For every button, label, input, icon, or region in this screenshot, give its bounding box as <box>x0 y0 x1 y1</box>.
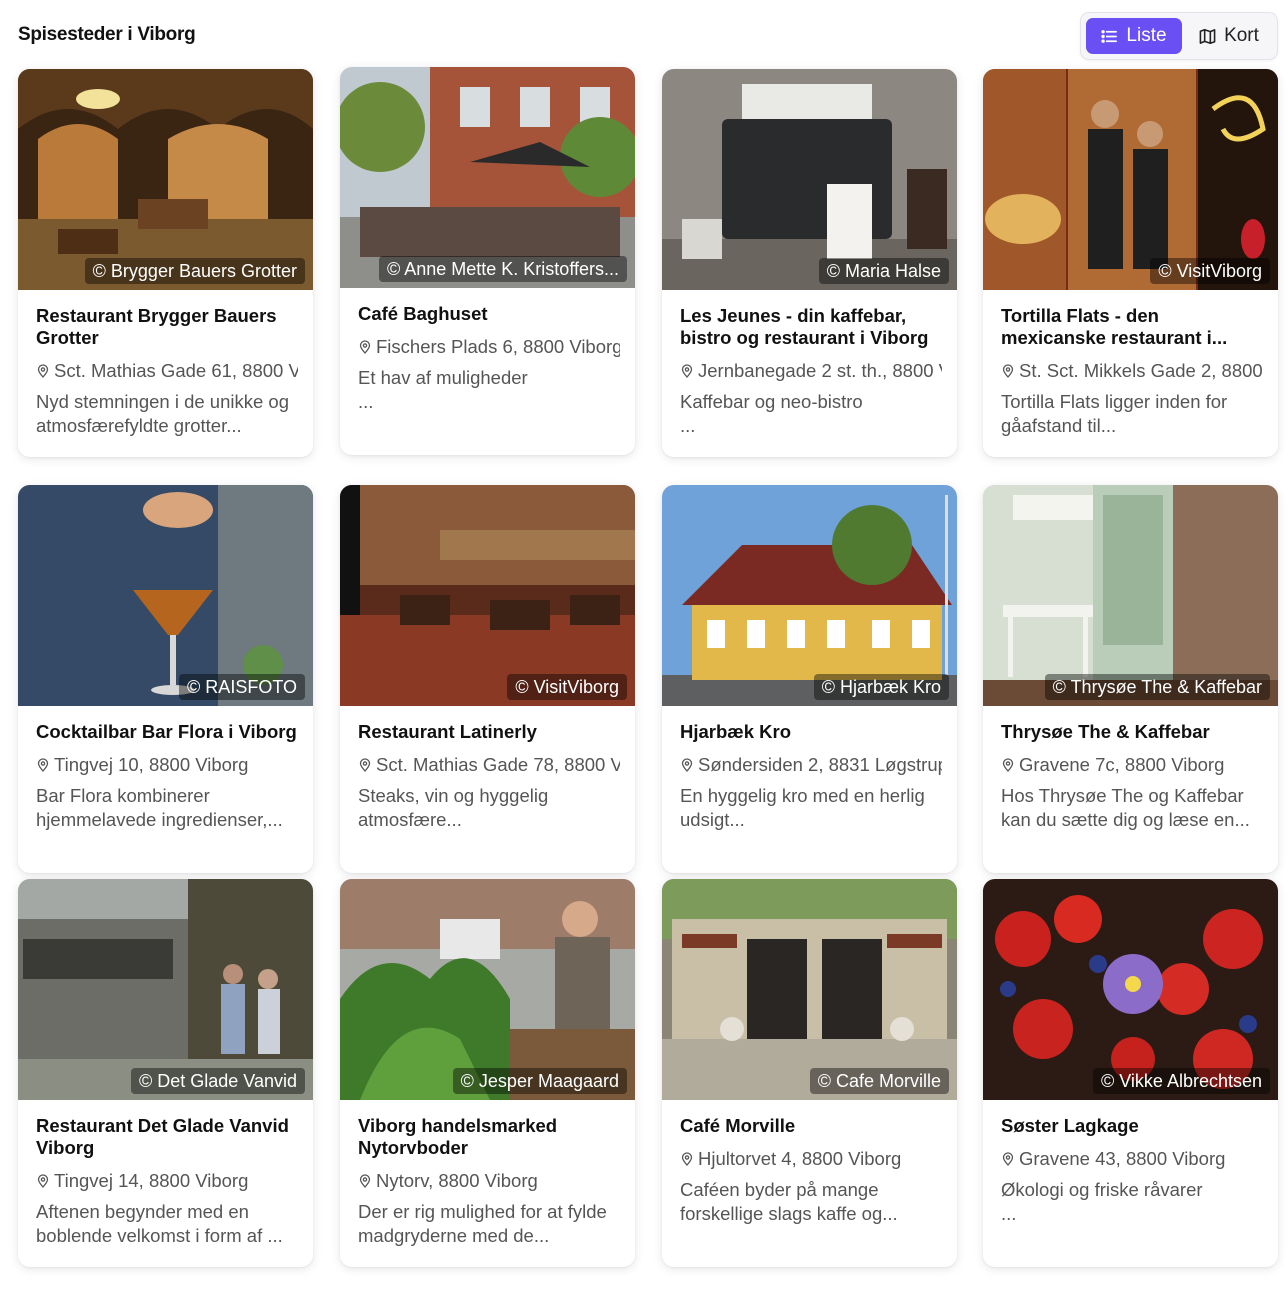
photo-credit: © Cafe Morville <box>809 1068 949 1094</box>
location-pin-icon <box>1002 364 1014 378</box>
restaurant-card[interactable]: © Brygger Bauers Grotter Restaurant Bryg… <box>18 69 313 457</box>
restaurant-address: Tingvej 14, 8800 Viborg <box>36 1169 298 1193</box>
restaurant-address: Fischers Plads 6, 8800 Viborg <box>358 335 620 359</box>
restaurant-card[interactable]: © Vikke Albrechtsen Søster Lagkage Grave… <box>983 879 1278 1267</box>
photo-credit: © Jesper Maagaard <box>452 1068 627 1094</box>
restaurant-card[interactable]: © Cafe Morville Café Morville Hjultorvet… <box>662 879 957 1267</box>
restaurant-description: Tortilla Flats ligger inden for gåafstan… <box>1001 391 1228 436</box>
restaurant-photo: © Anne Mette K. Kristoffers... <box>340 67 635 288</box>
restaurant-card[interactable]: © Det Glade Vanvid Restaurant Det Glade … <box>18 879 313 1267</box>
restaurant-name: Søster Lagkage <box>1001 1115 1139 1136</box>
restaurant-photo: © Cafe Morville <box>662 879 957 1100</box>
restaurant-photo: © Thrysøe The & Kaffebar <box>983 485 1278 706</box>
restaurant-name: Café Morville <box>680 1115 796 1136</box>
photo-credit: © RAISFOTO <box>179 674 305 700</box>
photo-credit: © Brygger Bauers Grotter <box>84 258 305 284</box>
location-pin-icon <box>1002 1152 1014 1166</box>
restaurant-name: Restaurant Latinerly <box>358 721 537 742</box>
photo-credit: © Maria Halse <box>818 258 949 284</box>
restaurant-grid: © Brygger Bauers Grotter Restaurant Bryg… <box>0 0 1288 1292</box>
location-pin-icon <box>359 758 371 772</box>
restaurant-photo: © VisitViborg <box>983 69 1278 290</box>
restaurant-description: Nyd stemningen i de unikke og atmosfæref… <box>36 391 289 436</box>
location-pin-icon <box>37 364 49 378</box>
photo-credit: © Det Glade Vanvid <box>130 1068 305 1094</box>
photo-credit: © Vikke Albrechtsen <box>1092 1068 1270 1094</box>
restaurant-address: Gravene 7c, 8800 Viborg <box>1001 753 1263 777</box>
photo-credit: © VisitViborg <box>507 674 627 700</box>
restaurant-address: Gravene 43, 8800 Viborg <box>1001 1147 1263 1171</box>
restaurant-address: Sct. Mathias Gade 61, 8800 Viborg <box>36 359 298 383</box>
restaurant-description: Steaks, vin og hyggelig atmosfære... <box>358 785 549 830</box>
restaurant-address: Nytorv, 8800 Viborg <box>358 1169 620 1193</box>
restaurant-card[interactable]: © RAISFOTO Cocktailbar Bar Flora i Vibor… <box>18 485 313 873</box>
restaurant-card[interactable]: © Thrysøe The & Kaffebar Thrysøe The & K… <box>983 485 1278 873</box>
restaurant-card[interactable]: © VisitViborg Restaurant Latinerly Sct. … <box>340 485 635 873</box>
location-pin-icon <box>681 364 693 378</box>
location-pin-icon <box>681 1152 693 1166</box>
restaurant-card[interactable]: © Anne Mette K. Kristoffers... Café Bagh… <box>340 67 635 455</box>
restaurant-description: Økologi og friske råvarer ... <box>1001 1179 1203 1224</box>
restaurant-card[interactable]: © Jesper Maagaard Viborg handelsmarked N… <box>340 879 635 1267</box>
restaurant-address: Søndersiden 2, 8831 Løgstrup <box>680 753 942 777</box>
restaurant-photo: © Hjarbæk Kro <box>662 485 957 706</box>
restaurant-name: Restaurant Brygger Bauers Grotter <box>36 305 277 348</box>
location-pin-icon <box>681 758 693 772</box>
restaurant-description: Caféen byder på mange forskellige slags … <box>680 1179 898 1224</box>
restaurant-description: Kaffebar og neo-bistro ... <box>680 391 863 436</box>
restaurant-name: Café Baghuset <box>358 303 488 324</box>
restaurant-name: Cocktailbar Bar Flora i Viborg <box>36 721 297 742</box>
restaurant-name: Hjarbæk Kro <box>680 721 792 742</box>
restaurant-description: Hos Thrysøe The og Kaffebar kan du sætte… <box>1001 785 1250 830</box>
restaurant-description: Aftenen begynder med en boblende velkoms… <box>36 1201 283 1246</box>
restaurant-description: En hyggelig kro med en herlig udsigt... <box>680 785 925 830</box>
restaurant-photo: © Det Glade Vanvid <box>18 879 313 1100</box>
photo-credit: © VisitViborg <box>1150 258 1270 284</box>
restaurant-name: Thrysøe The & Kaffebar <box>1001 721 1210 742</box>
photo-credit: © Thrysøe The & Kaffebar <box>1044 674 1270 700</box>
restaurant-description: Et hav af muligheder ... <box>358 367 528 412</box>
location-pin-icon <box>359 1174 371 1188</box>
restaurant-name: Tortilla Flats - den mexicanske restaura… <box>1001 305 1228 348</box>
restaurant-photo: © RAISFOTO <box>18 485 313 706</box>
restaurant-card[interactable]: © Hjarbæk Kro Hjarbæk Kro Søndersiden 2,… <box>662 485 957 873</box>
restaurant-photo: © Vikke Albrechtsen <box>983 879 1278 1100</box>
location-pin-icon <box>37 758 49 772</box>
restaurant-photo: © Jesper Maagaard <box>340 879 635 1100</box>
restaurant-photo: © Maria Halse <box>662 69 957 290</box>
restaurant-address: Jernbanegade 2 st. th., 8800 Viborg <box>680 359 942 383</box>
location-pin-icon <box>37 1174 49 1188</box>
restaurant-address: St. Sct. Mikkels Gade 2, 8800 Viborg <box>1001 359 1263 383</box>
restaurant-photo: © VisitViborg <box>340 485 635 706</box>
restaurant-name: Restaurant Det Glade Vanvid Viborg <box>36 1115 289 1158</box>
restaurant-name: Les Jeunes - din kaffebar, bistro og res… <box>680 305 929 348</box>
restaurant-address: Tingvej 10, 8800 Viborg <box>36 753 298 777</box>
location-pin-icon <box>1002 758 1014 772</box>
photo-credit: © Hjarbæk Kro <box>813 674 949 700</box>
photo-credit: © Anne Mette K. Kristoffers... <box>378 256 627 282</box>
restaurant-name: Viborg handelsmarked Nytorvboder <box>358 1115 558 1158</box>
restaurant-address: Hjultorvet 4, 8800 Viborg <box>680 1147 942 1171</box>
restaurant-description: Bar Flora kombinerer hjemmelavede ingred… <box>36 785 283 830</box>
restaurant-photo: © Brygger Bauers Grotter <box>18 69 313 290</box>
restaurant-address: Sct. Mathias Gade 78, 8800 Viborg <box>358 753 620 777</box>
restaurant-card[interactable]: © VisitViborg Tortilla Flats - den mexic… <box>983 69 1278 457</box>
restaurant-card[interactable]: © Maria Halse Les Jeunes - din kaffebar,… <box>662 69 957 457</box>
restaurant-description: Der er rig mulighed for at fylde madgryd… <box>358 1201 607 1246</box>
location-pin-icon <box>359 340 371 354</box>
